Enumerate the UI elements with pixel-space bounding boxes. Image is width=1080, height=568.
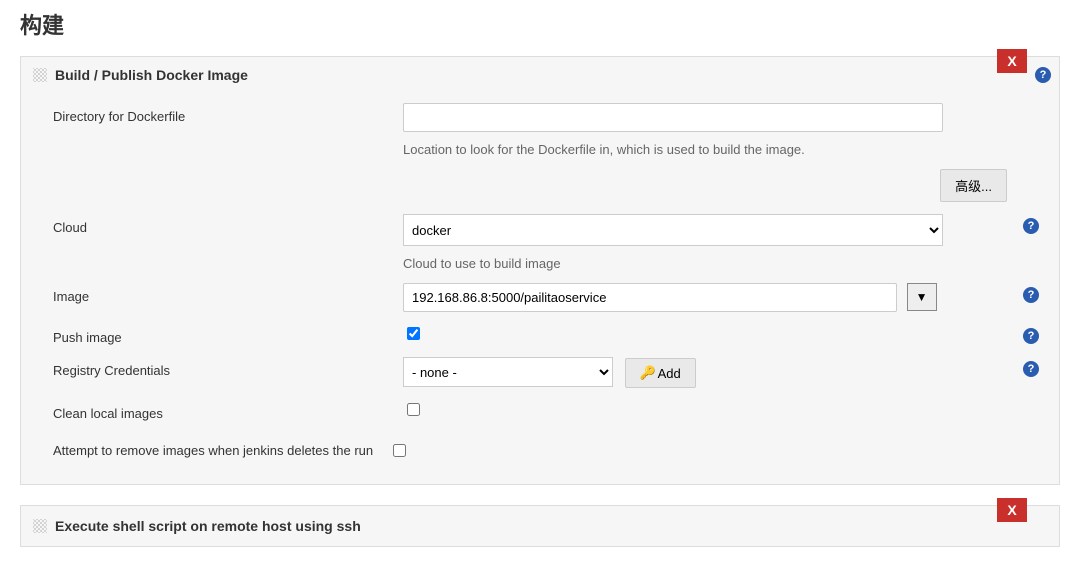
- add-credentials-button[interactable]: 🔑 Add: [625, 358, 696, 388]
- registry-credentials-select[interactable]: - none -: [403, 357, 613, 387]
- cloud-label: Cloud: [33, 214, 403, 235]
- directory-input[interactable]: [403, 103, 943, 132]
- attempt-remove-label: Attempt to remove images when jenkins de…: [53, 443, 373, 458]
- image-expand-button[interactable]: ▼: [907, 283, 937, 311]
- clean-local-checkbox[interactable]: [407, 403, 420, 416]
- image-label: Image: [33, 283, 403, 304]
- push-image-checkbox[interactable]: [407, 327, 420, 340]
- docker-build-section: X ? Build / Publish Docker Image Directo…: [20, 56, 1060, 485]
- key-icon: 🔑: [640, 365, 654, 381]
- drag-handle-icon[interactable]: [33, 68, 47, 82]
- help-icon[interactable]: ?: [1023, 328, 1039, 344]
- add-credentials-label: Add: [658, 366, 681, 381]
- cloud-select[interactable]: docker: [403, 214, 943, 246]
- help-icon[interactable]: ?: [1023, 287, 1039, 303]
- drag-handle-icon[interactable]: [33, 519, 47, 533]
- push-image-label: Push image: [33, 324, 403, 345]
- section-title-docker: Build / Publish Docker Image: [55, 67, 248, 83]
- directory-label: Directory for Dockerfile: [33, 103, 403, 124]
- section-title-ssh: Execute shell script on remote host usin…: [55, 518, 361, 534]
- cloud-help-text: Cloud to use to build image: [403, 256, 1007, 271]
- page-title: 构建: [20, 8, 1068, 40]
- help-icon[interactable]: ?: [1023, 361, 1039, 377]
- help-icon[interactable]: ?: [1023, 218, 1039, 234]
- clean-local-label: Clean local images: [33, 400, 403, 421]
- image-input[interactable]: [403, 283, 897, 312]
- advanced-button[interactable]: 高级...: [940, 169, 1007, 202]
- directory-help-text: Location to look for the Dockerfile in, …: [403, 142, 1007, 157]
- ssh-exec-section: X Execute shell script on remote host us…: [20, 505, 1060, 547]
- registry-credentials-label: Registry Credentials: [33, 357, 403, 378]
- attempt-remove-checkbox[interactable]: [393, 444, 406, 457]
